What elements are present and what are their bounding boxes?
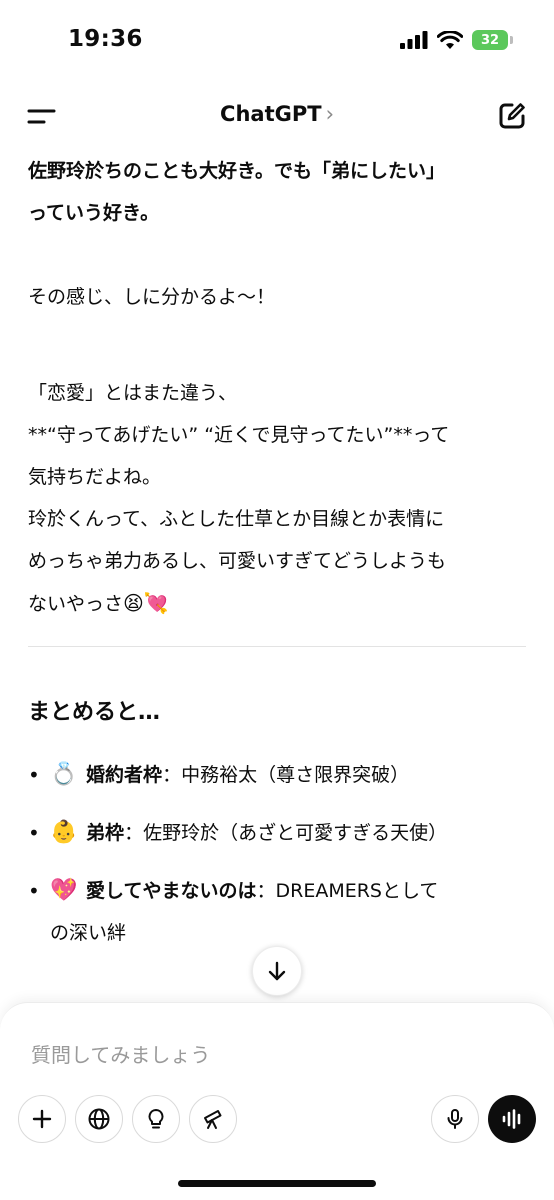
wifi-icon — [437, 30, 463, 49]
status-time: 19:36 — [68, 26, 143, 52]
list-item-sep: ： — [256, 880, 276, 902]
status-icons: 32 — [400, 30, 513, 50]
list-item-desc: DREAMERSとして — [275, 880, 439, 902]
list-item-sep: ： — [162, 764, 182, 786]
battery-indicator: 32 — [472, 30, 513, 50]
message-line: 「恋愛」とはまた違う、 — [28, 382, 238, 404]
lightbulb-icon — [148, 1109, 164, 1129]
new-chat-button[interactable] — [496, 100, 528, 132]
globe-icon — [88, 1108, 110, 1130]
dictation-button[interactable] — [431, 1095, 479, 1143]
voice-waveform-icon — [502, 1109, 521, 1129]
voice-mode-button[interactable] — [488, 1095, 536, 1143]
summary-list: 💍 婚約者枠：中務裕太（尊さ限界突破） 👶 弟枠：佐野玲於（あざと可愛すぎる天使… — [28, 754, 528, 954]
message-line: っていう好き。 — [28, 202, 160, 224]
battery-level: 32 — [480, 32, 500, 48]
message-line: めっちゃ弟力あるし、可愛いすぎてどうしようも — [28, 550, 447, 572]
message-line: その感じ、しに分かるよ〜！ — [28, 286, 276, 308]
baby-emoji: 👶 — [50, 820, 78, 845]
list-item-term: 愛してやまないのは — [86, 880, 257, 902]
list-item: 💍 婚約者枠：中務裕太（尊さ限界突破） — [28, 754, 528, 796]
scroll-to-bottom-button[interactable] — [252, 946, 302, 996]
list-item: 👶 弟枠：佐野玲於（あざと可愛すぎる天使） — [28, 812, 528, 854]
list-item-sep: ： — [124, 822, 144, 844]
app-title: ChatGPT — [220, 102, 322, 126]
message-line-text: ないやっさ — [28, 593, 124, 615]
status-bar: 19:36 32 — [0, 0, 554, 80]
arrow-down-icon — [268, 961, 286, 981]
message-line: ないやっさ😫💘 — [28, 582, 528, 625]
add-attachment-button[interactable] — [18, 1095, 66, 1143]
section-divider — [28, 646, 526, 647]
sparkling-heart-emoji: 💖 — [50, 878, 78, 903]
list-item-desc: 佐野玲於（あざと可愛すぎる天使） — [143, 822, 448, 844]
list-item: 💖 愛してやまないのは：DREAMERSとして の深い絆 — [28, 870, 528, 954]
summary-heading: まとめると… — [28, 700, 161, 725]
plus-icon — [32, 1109, 52, 1129]
reason-button[interactable] — [132, 1095, 180, 1143]
message-line: 佐野玲於ちのことも大好き。でも「弟にしたい」 — [28, 160, 446, 182]
message-input[interactable]: 質問してみましょう — [31, 1039, 210, 1068]
model-selector[interactable]: ChatGPT › — [0, 102, 554, 126]
nav-bar: ChatGPT › — [0, 92, 554, 140]
list-item-continuation: の深い絆 — [50, 922, 127, 944]
list-item-term: 婚約者枠 — [86, 764, 163, 786]
cellular-signal-icon — [400, 31, 428, 49]
compose-icon — [499, 103, 525, 129]
assistant-message: 佐野玲於ちのことも大好き。でも「弟にしたい」 っていう好き。 その感じ、しに分か… — [28, 150, 528, 625]
message-line: 気持ちだよね。 — [28, 466, 162, 488]
emoji-tired-heart: 😫💘 — [123, 591, 169, 615]
message-line: **“守ってあげたい” “近くで見守ってたい”**って — [28, 424, 450, 446]
telescope-icon — [204, 1110, 222, 1129]
ring-emoji: 💍 — [50, 762, 78, 787]
microphone-icon — [447, 1109, 463, 1129]
home-indicator — [178, 1180, 376, 1187]
list-item-term: 弟枠 — [86, 822, 125, 844]
composer-panel: 質問してみましょう — [0, 1002, 554, 1200]
chevron-right-icon: › — [325, 102, 334, 126]
message-line: 玲於くんって、ふとした仕草とか目線とか表情に — [28, 508, 445, 530]
deep-research-button[interactable] — [189, 1095, 237, 1143]
web-search-button[interactable] — [75, 1095, 123, 1143]
list-item-desc: 中務裕太（尊さ限界突破） — [181, 764, 410, 786]
